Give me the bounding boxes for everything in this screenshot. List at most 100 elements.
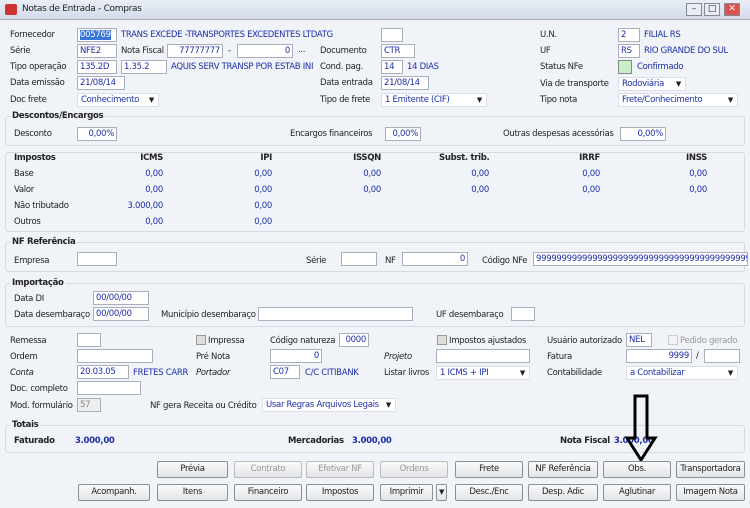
data-desemb-input[interactable]: 00/00/00 [93,307,149,321]
nfref-nf-input[interactable]: 0 [402,252,468,266]
impostos-col-header: INSS [686,153,707,163]
municipio-input[interactable] [258,307,413,321]
fatura-parcela-input[interactable] [704,349,740,363]
doc-completo-label: Doc. completo [10,384,68,394]
documento-input[interactable]: CTR [381,44,415,58]
button-acompanh-[interactable]: Acompanh. [78,484,150,501]
impostos-ajustados-checkbox[interactable] [437,335,447,345]
codigo-nfe-label: Código NFe [482,256,528,266]
tipo-operacao-input[interactable]: 135.2D [77,60,117,74]
imprimir-dropdown-button[interactable]: ▼ [436,484,447,501]
button-financeiro[interactable]: Financeiro [234,484,302,501]
projeto-input[interactable] [436,349,530,363]
button-efetivar-nf[interactable]: Efetivar NF [306,461,374,478]
via-select[interactable]: Rodoviária ▼ [618,77,686,91]
tipo-frete-select[interactable]: 1 Emitente (CIF) ▼ [381,93,487,107]
button-frete[interactable]: Frete [455,461,523,478]
portador-input[interactable]: C07 [270,365,300,379]
empresa-input[interactable] [77,252,117,266]
ordem-input[interactable] [77,349,153,363]
faturado-label: Faturado [14,436,55,446]
status-label: Status NFe [540,62,583,72]
nf-gera-value: Usar Regras Arquivos Legais [266,400,379,410]
codigo-natureza-input[interactable]: 0000 [339,333,369,347]
chevron-down-icon: ▼ [727,369,733,377]
nota-fiscal-input[interactable]: 77777777 [167,44,223,58]
un-input[interactable]: 2 [618,28,640,42]
impostos-col-header: ISSQN [353,153,381,163]
usuario-input[interactable]: NEL [626,333,652,347]
impostos-col-header: IRRF [579,153,600,163]
impressa-checkbox[interactable] [196,335,206,345]
listar-select[interactable]: 1 ICMS + IPI ▼ [436,366,530,380]
remessa-label: Remessa [10,336,47,346]
button-desc-enc[interactable]: Desc./Enc [455,484,523,501]
serie-input[interactable]: NFE2 [77,44,117,58]
fornecedor-name: TRANS EXCEDE -TRANSPORTES EXCEDENTES LTD… [121,30,333,40]
impostos-cell: 0,00 [363,169,381,179]
contab-select[interactable]: a Contabilizar ▼ [626,366,738,380]
cond-pag-input[interactable]: 14 [381,60,403,74]
button-obs-[interactable]: Obs. [603,461,671,478]
outras-input[interactable]: 0,00% [620,127,666,141]
uf-desemb-input[interactable] [511,307,535,321]
impostos-cell: 0,00 [471,185,489,195]
conta-input[interactable]: 20.03.05 [77,365,129,379]
tipo-nota-select[interactable]: Frete/Conhecimento ▼ [618,93,738,107]
button-desp-adic[interactable]: Desp. Adic [528,484,598,501]
doc-completo-input[interactable] [77,381,141,395]
chevron-down-icon: ▼ [476,96,482,104]
uf-label: UF [540,46,551,56]
button-nf-refer-ncia[interactable]: NF Referência [528,461,598,478]
mod-input[interactable]: 57 [77,398,101,412]
fatura-input[interactable]: 9999 [626,349,692,363]
mercadorias-label: Mercadorias [288,436,344,446]
window-title: Notas de Entrada - Compras [22,4,142,14]
lookup-button[interactable]: ... [298,45,306,55]
pre-nota-input[interactable]: 0 [270,349,322,363]
nf-gera-select[interactable]: Usar Regras Arquivos Legais ▼ [262,398,396,412]
desconto-input[interactable]: 0,00% [77,127,117,141]
button-imprimir[interactable]: Imprimir [380,484,433,501]
portador-desc: C/C CITIBANK [305,368,359,378]
impostos-cell: 0,00 [689,169,707,179]
minimize-button[interactable]: – [686,3,702,16]
tipo-operacao2-input[interactable]: 1.35.2 [121,60,167,74]
nfref-title: NF Referência [10,237,78,247]
doc-frete-select[interactable]: Conhecimento ▼ [77,93,159,107]
municipio-label: Município desembaraço [161,310,256,320]
data-entrada-input[interactable]: 21/08/14 [381,76,429,90]
maximize-button[interactable]: □ [704,3,720,16]
mercadorias-value: 3.000,00 [352,436,392,446]
button-aglutinar[interactable]: Aglutinar [603,484,671,501]
nfref-serie-input[interactable] [341,252,377,266]
chevron-down-icon: ▼ [519,369,525,377]
button-pr-via[interactable]: Prévia [157,461,228,478]
status-indicator [618,60,632,74]
nota-seq-input[interactable]: 0 [237,44,293,58]
data-di-input[interactable]: 00/00/00 [93,291,149,305]
fornecedor-extra-input[interactable] [381,28,403,42]
button-itens[interactable]: Itens [157,484,228,501]
documento-label: Documento [320,46,367,56]
remessa-input[interactable] [77,333,101,347]
importacao-title: Importação [10,278,66,288]
contab-label: Contabilidade [547,368,602,378]
faturado-value: 3.000,00 [75,436,115,446]
codigo-nfe-input[interactable]: 9999999999999999999999999999999999999999… [533,252,748,266]
data-emissao-input[interactable]: 21/08/14 [77,76,125,90]
button-transportadora[interactable]: Transportadora [676,461,745,478]
button-ordens[interactable]: Ordens [380,461,448,478]
data-desemb-label: Data desembaraço [14,310,90,320]
button-contrato[interactable]: Contrato [234,461,302,478]
close-button[interactable]: ✕ [724,3,740,16]
conta-desc: FRETES CARR [133,368,189,378]
button-imagem-nota[interactable]: Imagem Nota [676,484,745,501]
encargos-input[interactable]: 0,00% [385,127,421,141]
pedido-checkbox[interactable] [668,335,678,345]
uf-input[interactable]: RS [618,44,640,58]
fornecedor-code-input[interactable]: 005769 [80,30,111,40]
data-di-label: Data DI [14,294,44,304]
button-impostos[interactable]: Impostos [306,484,374,501]
impostos-ajustados-label: Impostos ajustados [449,336,527,346]
